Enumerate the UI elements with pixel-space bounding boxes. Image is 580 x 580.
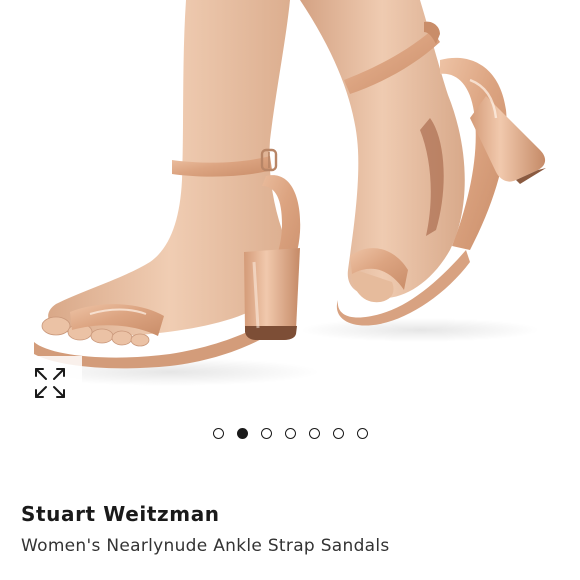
- gallery-pagination: [0, 428, 580, 444]
- gallery-dot[interactable]: [356, 428, 368, 439]
- product-image-gallery[interactable]: [0, 0, 580, 412]
- expand-image-button[interactable]: [18, 356, 82, 410]
- gallery-dot[interactable]: [308, 428, 320, 439]
- gallery-dot[interactable]: [284, 428, 296, 439]
- expand-arrows-icon: [35, 368, 65, 398]
- product-page: Stuart Weitzman Women's Nearlynude Ankle…: [0, 0, 580, 580]
- product-brand[interactable]: Stuart Weitzman: [21, 502, 220, 526]
- gallery-dot[interactable]: [212, 428, 224, 439]
- product-photo[interactable]: [0, 0, 580, 412]
- gallery-dot[interactable]: [236, 428, 248, 439]
- gallery-dot[interactable]: [332, 428, 344, 439]
- gallery-dot[interactable]: [260, 428, 272, 439]
- product-title: Women's Nearlynude Ankle Strap Sandals: [21, 536, 390, 556]
